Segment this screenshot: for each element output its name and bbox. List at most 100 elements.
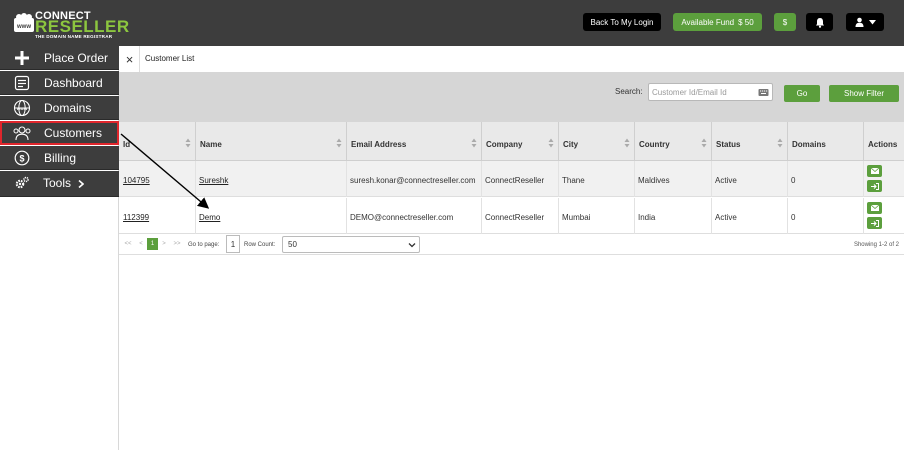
- column-label: Id: [123, 140, 131, 149]
- add-funds-button[interactable]: $: [774, 13, 796, 31]
- sort-icon: [624, 138, 630, 148]
- sidebar-item-label: Place Order: [44, 51, 109, 65]
- sign-in-icon: [870, 182, 879, 190]
- customer-company: ConnectReseller: [485, 176, 545, 185]
- column-header-country[interactable]: Country: [635, 122, 712, 161]
- sidebar-item-label: Domains: [44, 101, 92, 115]
- sidebar-item-dashboard[interactable]: Dashboard: [0, 71, 119, 95]
- next-page-button[interactable]: >: [159, 238, 169, 250]
- current-page-button[interactable]: 1: [147, 238, 158, 250]
- customers-icon: [12, 124, 32, 142]
- go-button[interactable]: Go: [784, 85, 820, 102]
- plus-icon: [12, 49, 32, 67]
- first-page-button[interactable]: <<: [123, 238, 133, 250]
- table-row: 104795 Sureshk suresh.konar@connectresel…: [119, 161, 904, 197]
- customer-id-link[interactable]: 104795: [123, 176, 150, 185]
- column-header-city[interactable]: City: [559, 122, 635, 161]
- column-header-domains[interactable]: Domains: [788, 122, 864, 161]
- globe-icon: www: [12, 99, 32, 117]
- tab-customer-list[interactable]: Customer List: [145, 54, 194, 63]
- sidebar-item-billing[interactable]: $ Billing: [0, 146, 119, 170]
- login-as-customer-button[interactable]: [867, 217, 882, 229]
- svg-text:www: www: [16, 24, 31, 30]
- brand-main: RESELLER: [35, 17, 130, 36]
- last-page-button[interactable]: >>: [172, 238, 182, 250]
- sort-icon: [548, 138, 554, 148]
- customer-country: Maldives: [638, 176, 670, 185]
- column-header-name[interactable]: Name: [196, 122, 347, 161]
- brand-tagline: THE DOMAIN NAME REGISTRAR: [35, 34, 113, 39]
- search-label: Search:: [615, 87, 643, 96]
- fund-label: Available Fund: [681, 17, 735, 27]
- back-to-login-button[interactable]: Back To My Login: [583, 13, 661, 31]
- sidebar-item-place-order[interactable]: Place Order: [0, 46, 119, 70]
- column-label: Domains: [792, 140, 826, 149]
- customer-status: Active: [715, 176, 737, 185]
- sidebar-item-label: Customers: [44, 126, 103, 140]
- column-header-company[interactable]: Company: [482, 122, 559, 161]
- column-label: City: [563, 140, 579, 149]
- user-icon: [855, 17, 863, 27]
- top-bar: www CONNECT RESELLER THE DOMAIN NAME REG…: [0, 0, 904, 46]
- email-customer-button[interactable]: [867, 165, 882, 177]
- envelope-icon: [870, 205, 879, 211]
- sidebar-item-customers[interactable]: Customers: [0, 121, 119, 145]
- row-count-label: Row Count:: [244, 242, 276, 248]
- sidebar-item-label: Billing: [44, 151, 77, 165]
- svg-text:www: www: [16, 106, 28, 111]
- sidebar-item-label: Dashboard: [44, 76, 103, 90]
- table-row: 112399 Demo DEMO@connectreseller.com Con…: [119, 198, 904, 234]
- customer-id-link[interactable]: 112399: [123, 213, 149, 222]
- sidebar-item-tools[interactable]: Tools: [0, 171, 119, 197]
- column-header-id[interactable]: Id: [119, 122, 196, 161]
- user-menu-button[interactable]: [846, 13, 884, 31]
- row-count-value: 50: [288, 240, 297, 249]
- row-count-select[interactable]: 50: [282, 236, 420, 253]
- customer-country: India: [638, 213, 656, 222]
- email-customer-button[interactable]: [867, 202, 882, 214]
- svg-text:$: $: [19, 153, 24, 163]
- prev-page-button[interactable]: <: [136, 238, 146, 250]
- column-label: Email Address: [351, 140, 407, 149]
- chevron-right-icon: [78, 180, 84, 188]
- sidebar: Place Order Dashboard www Domains Custom…: [0, 46, 119, 450]
- column-header-actions: Actions: [864, 122, 904, 161]
- show-filter-button[interactable]: Show Filter: [829, 85, 899, 102]
- close-tab-button[interactable]: ×: [120, 46, 140, 72]
- column-label: Company: [486, 140, 523, 149]
- search-input[interactable]: Customer Id/Email Id: [648, 83, 773, 101]
- fund-value: $ 50: [738, 17, 754, 27]
- customer-city: Mumbai: [562, 213, 591, 222]
- login-as-customer-button[interactable]: [867, 180, 882, 192]
- sidebar-item-domains[interactable]: www Domains: [0, 96, 119, 120]
- sort-icon: [471, 138, 477, 148]
- envelope-icon: [870, 168, 879, 174]
- keyboard-icon: [758, 89, 769, 96]
- sort-icon: [185, 138, 191, 148]
- available-fund-button[interactable]: Available Fund $ 50: [673, 13, 762, 31]
- goto-page-label: Go to page:: [188, 242, 220, 248]
- customer-company: ConnectReseller: [485, 213, 545, 222]
- customer-name-link[interactable]: Sureshk: [199, 176, 228, 185]
- notifications-button[interactable]: [806, 13, 833, 31]
- sort-icon: [336, 138, 342, 148]
- column-header-email[interactable]: Email Address: [347, 122, 482, 161]
- dollar-circle-icon: $: [12, 149, 32, 167]
- sort-icon: [701, 138, 707, 148]
- brand-logo[interactable]: www CONNECT RESELLER THE DOMAIN NAME REG…: [13, 10, 129, 40]
- column-label: Country: [639, 140, 670, 149]
- sidebar-item-label: Tools: [43, 176, 72, 190]
- search-placeholder: Customer Id/Email Id: [652, 87, 727, 97]
- sort-icon: [777, 138, 783, 148]
- sign-in-icon: [870, 219, 879, 227]
- goto-page-input[interactable]: 1: [226, 235, 240, 253]
- dashboard-icon: [12, 74, 32, 92]
- app-root: www CONNECT RESELLER THE DOMAIN NAME REG…: [0, 0, 904, 450]
- customer-email: suresh.konar@connectreseller.com: [350, 176, 476, 185]
- column-header-status[interactable]: Status: [712, 122, 788, 161]
- tab-strip: [119, 46, 904, 72]
- caret-down-icon: [868, 19, 876, 24]
- customer-city: Thane: [562, 176, 585, 185]
- gears-icon: [12, 174, 32, 192]
- customer-name-link[interactable]: Demo: [199, 213, 220, 222]
